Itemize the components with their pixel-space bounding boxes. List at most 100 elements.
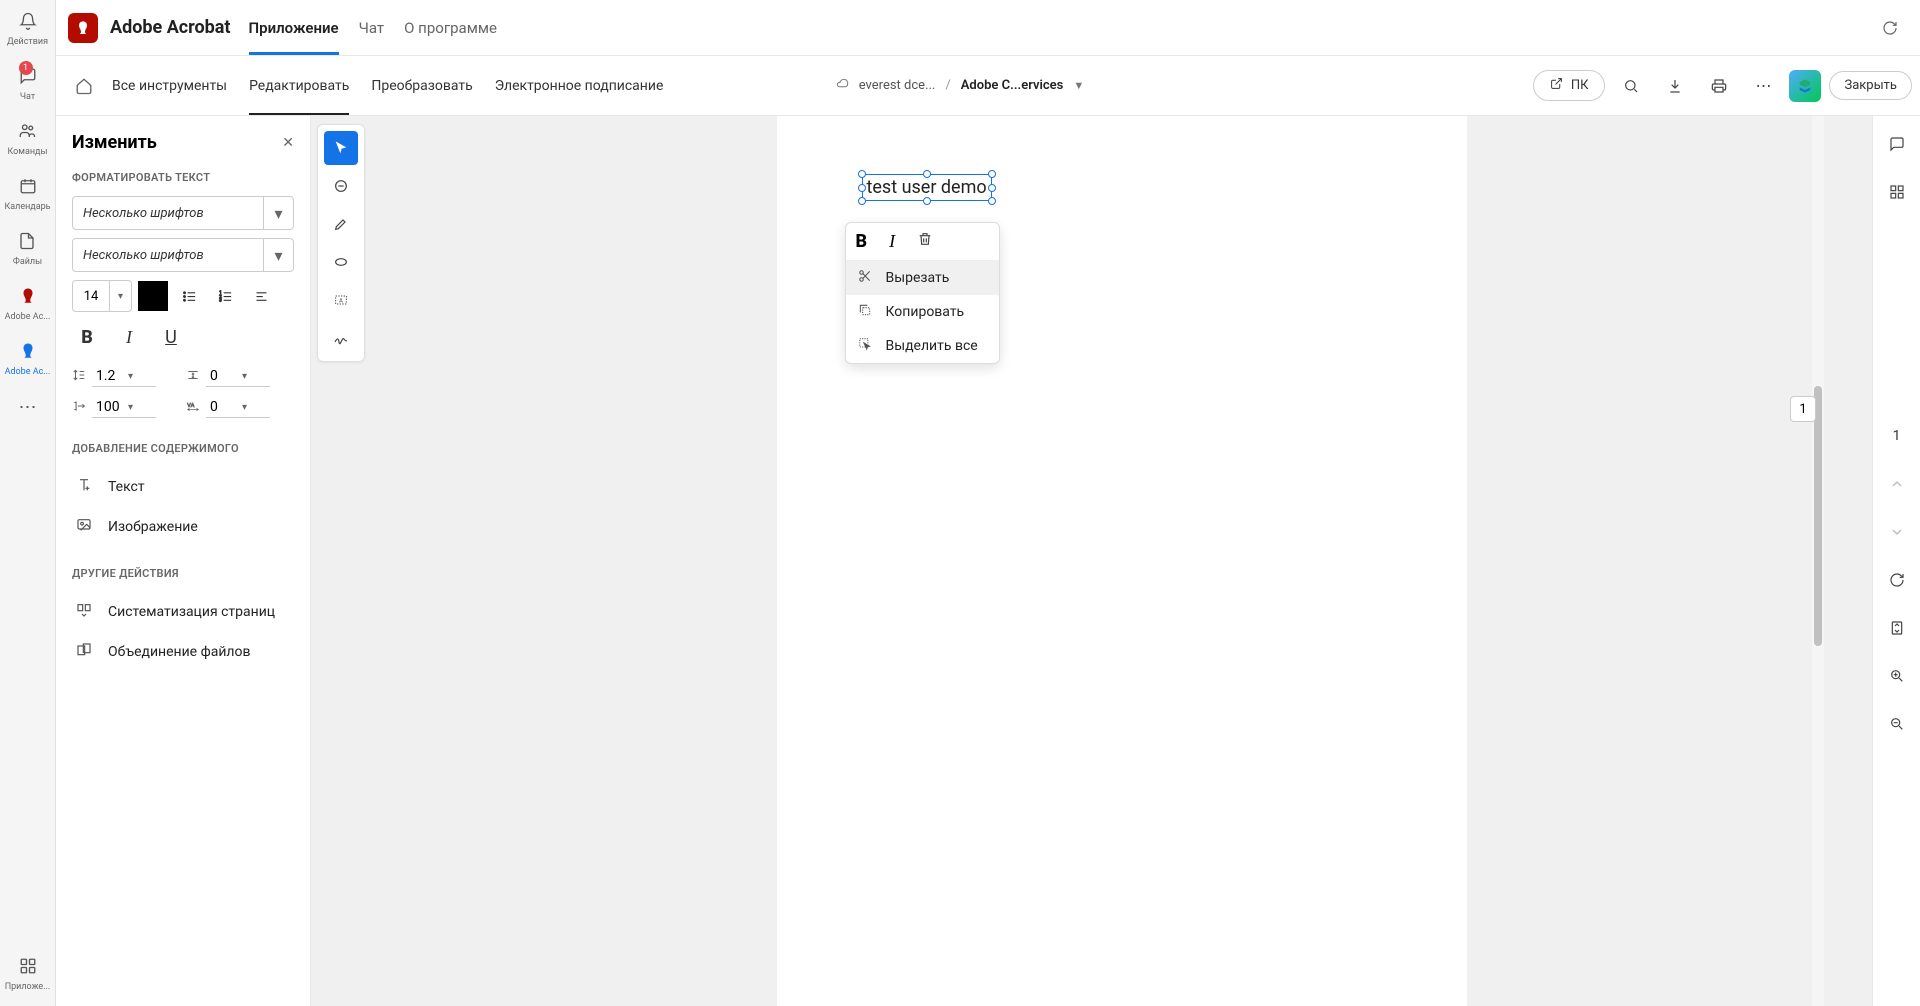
svg-text:A: A: [339, 298, 343, 305]
open-in-desktop-button[interactable]: ПК: [1533, 70, 1606, 101]
rotate-button[interactable]: [1881, 564, 1913, 596]
para-spacing-icon: [186, 368, 200, 386]
chevron-down-icon[interactable]: ▼: [1073, 79, 1084, 92]
page-down-button[interactable]: [1881, 516, 1913, 548]
sidebar-acrobat-1[interactable]: Adobe Ac...: [3, 283, 53, 326]
edit-panel: Изменить ✕ ФОРМАТИРОВАТЬ ТЕКСТ Несколько…: [56, 116, 311, 1006]
subtab-esign[interactable]: Электронное подписание: [495, 56, 664, 115]
chevron-down-icon[interactable]: ▾: [238, 371, 270, 382]
chevron-down-icon[interactable]: ▾: [124, 402, 156, 413]
bold-button[interactable]: B: [72, 322, 102, 352]
context-select-all[interactable]: Выделить все: [846, 329, 999, 363]
context-italic-button[interactable]: I: [889, 231, 895, 252]
svg-text:VA: VA: [187, 403, 194, 409]
image-icon: [76, 517, 94, 537]
sidebar-actions[interactable]: Действия: [5, 8, 50, 51]
user-avatar[interactable]: [1789, 70, 1821, 102]
breadcrumb: everest dce... / Adobe C...ervices ▼: [836, 77, 1085, 94]
font-style-select[interactable]: Несколько шрифтов ▾: [72, 238, 294, 272]
select-all-icon: [858, 337, 874, 355]
page-total-indicator: 1: [1881, 420, 1913, 452]
chevron-down-icon[interactable]: ▾: [124, 371, 156, 382]
sidebar-apps[interactable]: Приложе...: [3, 953, 53, 996]
acrobat-icon: [19, 342, 37, 365]
context-menu: B I Вырезать: [845, 222, 1000, 364]
subtab-edit[interactable]: Редактировать: [249, 56, 349, 115]
text-color-swatch[interactable]: [138, 281, 168, 311]
tab-about[interactable]: О программе: [404, 0, 497, 55]
right-rail: 1: [1872, 116, 1920, 1006]
subtab-convert[interactable]: Преобразовать: [371, 56, 472, 115]
breadcrumb-document[interactable]: Adobe C...ervices: [961, 78, 1064, 93]
context-bold-button[interactable]: B: [856, 231, 868, 252]
close-panel-button[interactable]: ✕: [282, 135, 294, 151]
add-image-button[interactable]: Изображение: [72, 507, 294, 547]
home-button[interactable]: [64, 66, 104, 106]
scrollbar-track[interactable]: [1812, 116, 1824, 1006]
content-row: Изменить ✕ ФОРМАТИРОВАТЬ ТЕКСТ Несколько…: [56, 116, 1920, 1006]
tracking-icon: VA: [186, 399, 200, 417]
chevron-down-icon[interactable]: ▾: [238, 402, 270, 413]
organize-icon: [76, 602, 94, 622]
font-size-input[interactable]: 14 ▾: [72, 280, 132, 312]
sidebar-calendar[interactable]: Календарь: [2, 173, 52, 216]
line-height-input[interactable]: 1.2▾: [72, 366, 156, 387]
copy-icon: [858, 303, 874, 321]
close-document-button[interactable]: Закрыть: [1829, 71, 1912, 100]
context-copy[interactable]: Копировать: [846, 295, 999, 329]
download-button[interactable]: [1657, 68, 1693, 104]
chevron-down-icon[interactable]: ▾: [109, 281, 131, 311]
chevron-down-icon[interactable]: ▾: [263, 197, 293, 229]
canvas-viewport[interactable]: test user demo B I: [371, 116, 1872, 1006]
sidebar-chat[interactable]: 1 Чат: [17, 63, 39, 106]
thumbnails-panel-button[interactable]: [1881, 176, 1913, 208]
fit-page-button[interactable]: [1881, 612, 1913, 644]
tab-chat[interactable]: Чат: [359, 0, 385, 55]
sidebar-acrobat-2[interactable]: Adobe Ac...: [3, 338, 53, 381]
italic-button[interactable]: I: [114, 322, 144, 352]
add-text-button[interactable]: Текст: [72, 467, 294, 507]
breadcrumb-cloud[interactable]: everest dce...: [859, 78, 936, 93]
highlight-tool[interactable]: [324, 207, 358, 241]
context-delete-button[interactable]: [917, 231, 933, 252]
subtab-all-tools[interactable]: Все инструменты: [112, 56, 227, 115]
sidebar-more[interactable]: ⋯: [17, 393, 39, 422]
signature-tool[interactable]: [324, 321, 358, 355]
page-indicator-current[interactable]: 1: [1790, 396, 1816, 422]
para-spacing-input[interactable]: 0▾: [186, 366, 270, 387]
horizontal-scale-input[interactable]: 100▾: [72, 397, 156, 418]
edit-panel-title: Изменить: [72, 132, 157, 153]
search-button[interactable]: [1613, 68, 1649, 104]
other-actions-label: ДРУГИЕ ДЕЙСТВИЯ: [72, 567, 294, 580]
tracking-input[interactable]: VA 0▾: [186, 397, 270, 418]
select-tool[interactable]: [324, 131, 358, 165]
context-cut[interactable]: Вырезать: [846, 261, 999, 295]
sidebar-files[interactable]: Файлы: [11, 228, 44, 271]
comment-tool[interactable]: [324, 169, 358, 203]
refresh-button[interactable]: [1872, 10, 1908, 46]
document-toolbar: Все инструменты Редактировать Преобразов…: [56, 56, 1920, 116]
bullet-list-button[interactable]: [174, 281, 204, 311]
font-family-select[interactable]: Несколько шрифтов ▾: [72, 196, 294, 230]
combine-files-button[interactable]: Объединение файлов: [72, 632, 294, 672]
sidebar-teams[interactable]: Команды: [6, 118, 50, 161]
zoom-in-button[interactable]: [1881, 660, 1913, 692]
chevron-down-icon[interactable]: ▾: [263, 239, 293, 271]
underline-button[interactable]: U: [156, 322, 186, 352]
zoom-out-button[interactable]: [1881, 708, 1913, 740]
print-button[interactable]: [1701, 68, 1737, 104]
page-up-button[interactable]: [1881, 468, 1913, 500]
draw-tool[interactable]: [324, 245, 358, 279]
more-icon: ⋯: [19, 397, 37, 418]
text-box-tool[interactable]: A: [324, 283, 358, 317]
tab-application[interactable]: Приложение: [249, 0, 339, 55]
organize-pages-button[interactable]: Систематизация страниц: [72, 592, 294, 632]
apps-grid-icon: [19, 957, 37, 980]
scrollbar-thumb[interactable]: [1814, 386, 1822, 646]
pdf-page[interactable]: test user demo B I: [777, 116, 1467, 1006]
selected-text-box[interactable]: test user demo: [862, 174, 992, 201]
align-button[interactable]: [246, 281, 276, 311]
comments-panel-button[interactable]: [1881, 128, 1913, 160]
more-options-button[interactable]: ⋯: [1745, 68, 1781, 104]
numbered-list-button[interactable]: 123: [210, 281, 240, 311]
